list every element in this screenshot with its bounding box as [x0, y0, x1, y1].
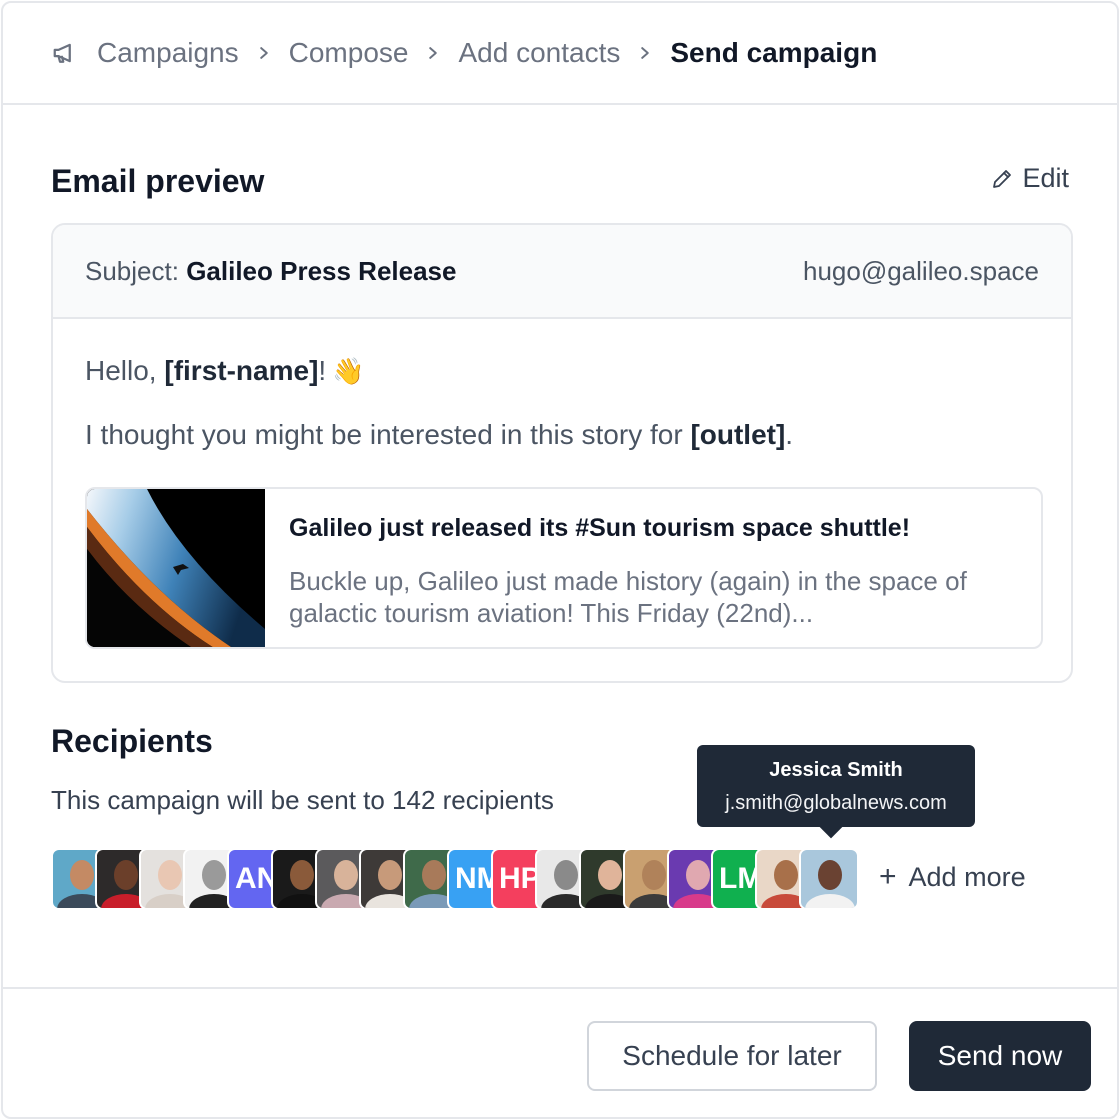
greeting-suffix: !: [318, 355, 327, 386]
breadcrumb-send-campaign: Send campaign: [670, 37, 878, 68]
article-thumbnail: [87, 489, 265, 647]
chevron-right-icon: [239, 46, 289, 60]
tooltip-email: j.smith@globalnews.com: [725, 792, 947, 814]
edit-button[interactable]: Edit: [990, 163, 1069, 194]
email-body: Hello, [first-name] ! 👋 I thought you mi…: [53, 319, 1071, 649]
intro-line: I thought you might be interested in thi…: [85, 417, 1039, 453]
recipient-tooltip: Jessica Smith j.smith@globalnews.com: [697, 745, 975, 827]
megaphone-icon: [53, 43, 71, 63]
send-now-button[interactable]: Send now: [909, 1021, 1091, 1091]
article-title[interactable]: Galileo just released its #Sun tourism s…: [289, 513, 1017, 543]
outlet-variable: [outlet]: [690, 419, 786, 450]
tooltip-name: Jessica Smith: [769, 759, 903, 781]
footer: Schedule for later Send now: [3, 987, 1117, 1117]
article-description: Buckle up, Galileo just made history (ag…: [289, 566, 967, 628]
email-preview-title: Email preview: [51, 163, 265, 199]
breadcrumb-campaigns[interactable]: Campaigns: [97, 37, 239, 69]
chevron-right-icon: [620, 46, 670, 60]
schedule-for-later-button[interactable]: Schedule for later: [587, 1021, 877, 1091]
breadcrumb-add-contacts[interactable]: Add contacts: [458, 37, 620, 69]
send-campaign-card: Campaigns Compose Add contacts Send camp…: [1, 1, 1119, 1119]
subject-value: Galileo Press Release: [186, 255, 457, 286]
add-more-label: Add more: [908, 861, 1026, 892]
edit-label: Edit: [1022, 163, 1069, 193]
article-card[interactable]: Galileo just released its #Sun tourism s…: [85, 487, 1043, 649]
email-subject: Subject: Galileo Press Release: [85, 256, 456, 287]
email-header: Subject: Galileo Press Release hugo@gali…: [53, 225, 1071, 319]
plus-icon: +: [879, 860, 897, 893]
article-text: Galileo just released its #Sun tourism s…: [265, 489, 1041, 647]
chevron-right-icon: [408, 46, 458, 60]
add-more-button[interactable]: + Add more: [879, 860, 1026, 894]
recipient-avatar[interactable]: [799, 848, 859, 910]
waving-hand-icon: 👋: [332, 355, 365, 386]
intro-text: I thought you might be interested in thi…: [85, 419, 691, 450]
pencil-icon: [993, 169, 1012, 188]
recipients-count-text: This campaign will be sent to 142 recipi…: [51, 785, 554, 815]
sender-email: hugo@galileo.space: [802, 255, 1039, 286]
email-preview: Subject: Galileo Press Release hugo@gali…: [51, 223, 1073, 683]
recipient-avatars: AN NM HP LM: [51, 848, 859, 910]
greeting-line: Hello, [first-name] ! 👋: [85, 353, 1039, 389]
first-name-variable: [first-name]: [164, 355, 319, 386]
subject-label: Subject:: [85, 255, 179, 286]
greeting-prefix: Hello,: [85, 355, 165, 386]
intro-suffix: .: [785, 419, 794, 450]
recipients-title: Recipients: [51, 723, 213, 759]
breadcrumb: Campaigns Compose Add contacts Send camp…: [3, 3, 1117, 105]
breadcrumb-compose[interactable]: Compose: [289, 37, 409, 69]
